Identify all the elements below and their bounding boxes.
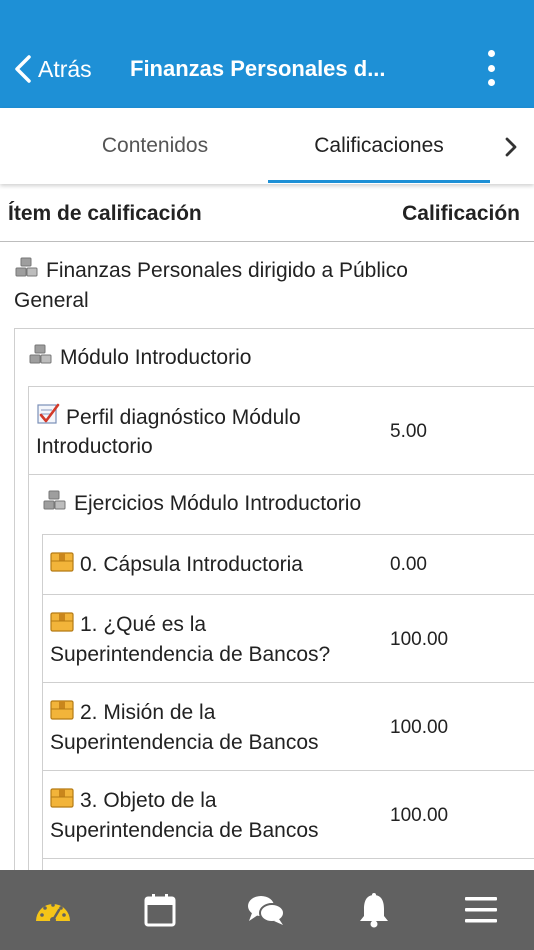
active-tab-indicator (268, 180, 490, 183)
scorm-package-icon (50, 699, 74, 730)
bottom-navigation (0, 870, 534, 950)
grade-value: 5.00 (390, 421, 427, 442)
back-label: Atrás (38, 55, 92, 82)
tab-contenidos[interactable]: Contenidos (40, 108, 270, 184)
indent-line-level-3 (42, 534, 43, 870)
category-icon (28, 344, 54, 375)
grades-table-header: Ítem de calificación Calificación (0, 186, 534, 242)
grade-item-label: 0. Cápsula Introductoria (80, 553, 303, 576)
row-divider (42, 770, 534, 771)
dashboard-icon[interactable] (33, 890, 73, 930)
grade-item-label: Finanzas Personales dirigido a Público (46, 259, 408, 282)
grade-item-label-cont: Superintendencia de Bancos (50, 819, 319, 842)
row-divider (14, 328, 534, 329)
scorm-package-icon (50, 787, 74, 818)
grade-value: 100.00 (390, 629, 449, 650)
grade-item-label: Perfil diagnóstico Módulo (66, 406, 301, 429)
grade-item-label-cont: Superintendencia de Bancos (50, 731, 319, 754)
category-icon (14, 257, 40, 288)
grade-item-label: Ejercicios Módulo Introductorio (74, 492, 362, 515)
grade-item-label: 2. Misión de la (80, 701, 216, 724)
calendar-icon[interactable] (140, 890, 180, 930)
indent-line-level-1 (14, 328, 15, 870)
row-divider (28, 474, 534, 475)
scorm-package-icon (50, 551, 74, 582)
grade-item-label: 1. ¿Qué es la (80, 613, 207, 636)
messages-icon[interactable] (246, 890, 286, 930)
grade-item-label-cont: Introductorio (36, 435, 153, 458)
tab-bar: Contenidos Calificaciones (0, 108, 534, 184)
row-divider (28, 386, 534, 387)
app-root: Atrás Finanzas Personales d... Contenido… (0, 0, 534, 950)
top-app-bar: Atrás Finanzas Personales d... (0, 0, 534, 108)
notifications-icon[interactable] (354, 890, 394, 930)
grade-item-label-cont: General (14, 289, 89, 312)
row-divider (42, 534, 534, 535)
row-divider (42, 594, 534, 595)
column-header-item: Ítem de calificación (8, 202, 202, 225)
grade-item-label: Módulo Introductorio (60, 346, 252, 369)
grade-value: 100.00 (390, 805, 449, 826)
indent-line-level-2 (28, 386, 29, 870)
grade-value: 100.00 (390, 717, 449, 738)
column-header-grade: Calificación (402, 202, 520, 225)
grade-value: 0.00 (390, 554, 427, 575)
category-icon (42, 490, 68, 521)
scorm-package-icon (50, 611, 74, 642)
back-button[interactable]: Atrás (12, 52, 92, 86)
tab-calificaciones[interactable]: Calificaciones (268, 108, 490, 184)
quiz-icon (36, 402, 60, 435)
grade-item-label-cont: Superintendencia de Bancos? (50, 643, 331, 666)
chevron-right-icon[interactable] (496, 132, 526, 162)
more-options-icon[interactable] (482, 50, 500, 86)
menu-icon[interactable] (461, 890, 501, 930)
chevron-left-icon (15, 55, 31, 83)
row-divider (42, 858, 534, 859)
page-title: Finanzas Personales d... (130, 56, 386, 81)
grade-item-label: 3. Objeto de la (80, 789, 217, 812)
row-divider (42, 682, 534, 683)
